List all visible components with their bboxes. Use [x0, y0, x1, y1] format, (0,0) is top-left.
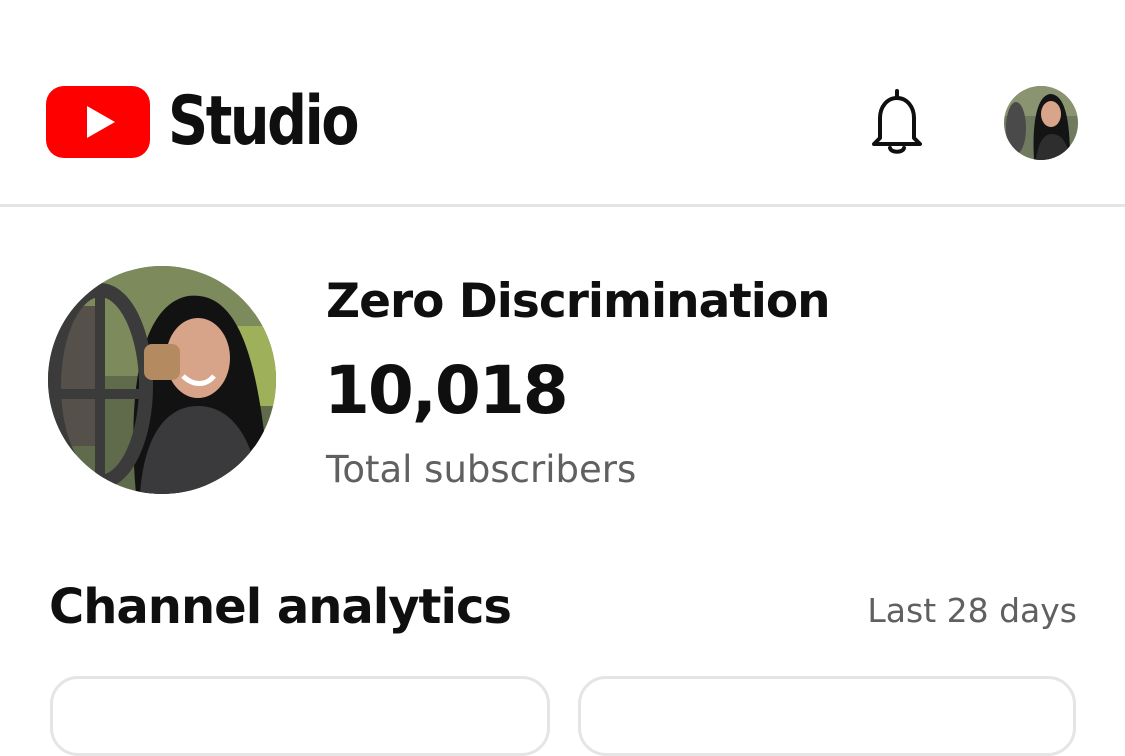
channel-avatar-image: [48, 266, 276, 494]
bell-icon[interactable]: [866, 88, 928, 156]
avatar-image: [1004, 86, 1078, 160]
analytics-period-selector[interactable]: Last 28 days: [867, 591, 1077, 630]
app-name: Studio: [168, 82, 360, 161]
studio-logo[interactable]: Studio: [46, 86, 399, 158]
analytics-card[interactable]: [50, 676, 550, 756]
header-divider: [0, 204, 1125, 207]
account-avatar[interactable]: [1004, 86, 1078, 160]
subscriber-label: Total subscribers: [326, 448, 637, 491]
youtube-play-icon: [46, 86, 150, 158]
channel-analytics-heading: Channel analytics: [49, 579, 512, 635]
channel-name: Zero Discrimination: [326, 274, 831, 329]
app-header: Studio: [0, 0, 1125, 205]
channel-avatar[interactable]: [48, 266, 276, 494]
analytics-card[interactable]: [578, 676, 1076, 756]
subscriber-count: 10,018: [324, 352, 569, 429]
